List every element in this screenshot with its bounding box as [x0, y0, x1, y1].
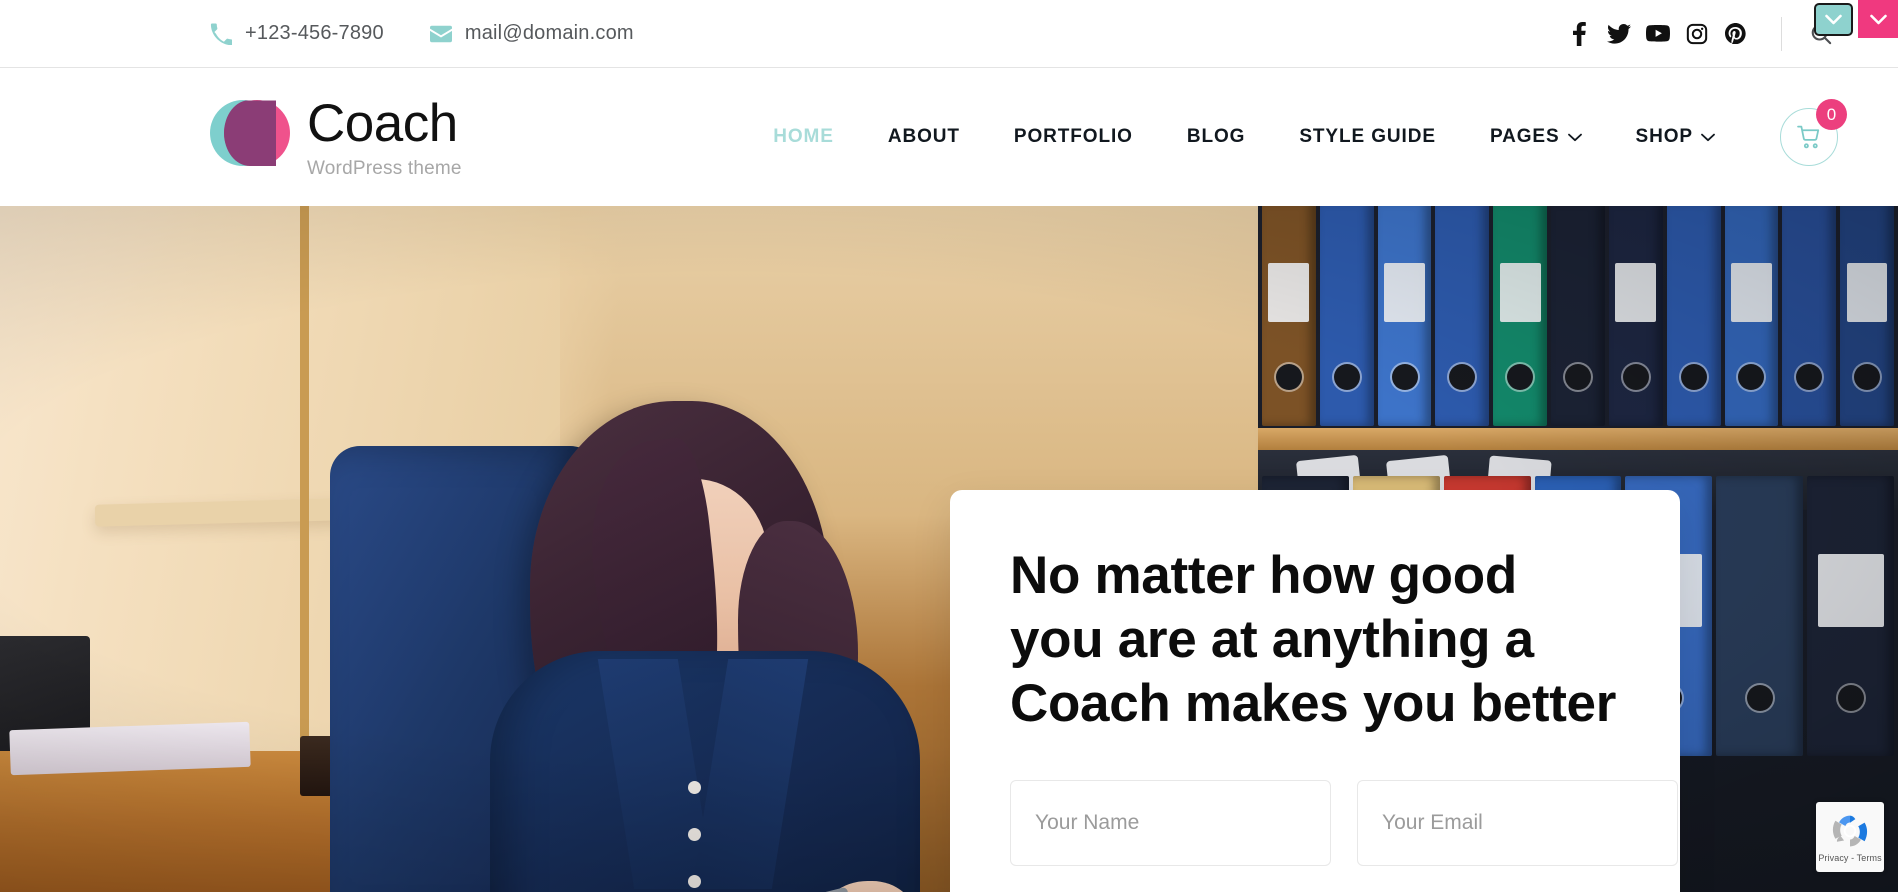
binder: [1319, 206, 1374, 426]
nav-item-blog[interactable]: BLOG: [1160, 126, 1273, 148]
email-link[interactable]: mail@domain.com: [429, 22, 634, 45]
binder-row-top: [1258, 206, 1898, 426]
topbar-right-group: [1560, 14, 1838, 54]
nav-label: BLOG: [1186, 126, 1246, 147]
hero-title: No matter how good you are at anything a…: [1010, 546, 1617, 734]
brand-tagline: WordPress theme: [307, 157, 462, 179]
main-navigation: HOME ABOUT PORTFOLIO BLOG STYLE GUIDE PA…: [746, 99, 1847, 166]
binder: [1716, 476, 1804, 756]
chevron-down-icon: [1567, 133, 1582, 142]
corner-controls: [1814, 0, 1898, 38]
instagram-icon[interactable]: [1677, 14, 1716, 54]
nav-item-portfolio[interactable]: PORTFOLIO: [987, 126, 1160, 148]
binder: [1666, 206, 1721, 426]
nav-label: SHOP: [1635, 126, 1693, 147]
phone-text: +123-456-7890: [245, 22, 384, 44]
binder: [1377, 206, 1432, 426]
facebook-icon[interactable]: [1560, 14, 1599, 54]
binder: [1807, 476, 1895, 756]
binder: [1551, 206, 1605, 426]
binder: [1493, 206, 1548, 426]
nav-item-style-guide[interactable]: STYLE GUIDE: [1272, 126, 1463, 148]
pinterest-icon[interactable]: [1716, 14, 1755, 54]
hero-section: No matter how good you are at anything a…: [0, 206, 1898, 892]
name-input[interactable]: [1010, 780, 1331, 867]
binder: [1262, 206, 1316, 426]
nav-item-pages[interactable]: PAGES: [1463, 126, 1609, 148]
youtube-icon[interactable]: [1638, 14, 1677, 54]
page-root: +123-456-7890 mail@domain.com Coach Word…: [0, 0, 1898, 892]
brand-text: Coach WordPress theme: [307, 96, 462, 178]
cart-button[interactable]: 0: [1780, 99, 1847, 166]
cart-count-badge: 0: [1816, 99, 1847, 130]
nav-label: PAGES: [1489, 126, 1560, 147]
topbar-divider: [1781, 16, 1782, 51]
person-photo: [420, 401, 980, 892]
shelf-board: [1258, 428, 1898, 450]
binder: [1724, 206, 1779, 426]
chevron-down-icon-pink[interactable]: [1858, 0, 1898, 38]
office-papers-stack: [9, 721, 251, 776]
binder: [1782, 206, 1837, 426]
chevron-down-icon-teal[interactable]: [1814, 3, 1853, 36]
hero-form-fields: [1010, 780, 1678, 867]
nav-label: STYLE GUIDE: [1299, 126, 1436, 147]
main-header: Coach WordPress theme HOME ABOUT PORTFOL…: [0, 68, 1898, 206]
binder: [1840, 206, 1894, 426]
brand-name: Coach: [307, 94, 458, 154]
recaptcha-text: Privacy - Terms: [1818, 852, 1882, 863]
binder: [1608, 206, 1663, 426]
nav-item-shop[interactable]: SHOP: [1609, 126, 1742, 148]
nav-label: ABOUT: [887, 126, 960, 147]
top-bar: +123-456-7890 mail@domain.com: [0, 0, 1898, 68]
nav-item-home[interactable]: HOME: [746, 126, 861, 148]
envelope-icon: [429, 23, 452, 45]
recaptcha-badge[interactable]: Privacy - Terms: [1816, 802, 1884, 872]
phone-link[interactable]: +123-456-7890: [210, 22, 384, 45]
chevron-down-icon: [1701, 133, 1715, 142]
twitter-icon[interactable]: [1599, 14, 1638, 54]
nav-item-about[interactable]: ABOUT: [861, 126, 987, 148]
email-input[interactable]: [1357, 780, 1678, 867]
site-logo-link[interactable]: Coach WordPress theme: [210, 96, 462, 178]
phone-icon: [210, 23, 232, 45]
recaptcha-icon: [1832, 815, 1868, 846]
binder: [1435, 206, 1490, 426]
social-links: [1560, 14, 1755, 54]
logo-icon: [210, 100, 290, 173]
hero-subscribe-card: No matter how good you are at anything a…: [950, 490, 1680, 892]
topbar-contact-group: +123-456-7890 mail@domain.com: [210, 22, 634, 45]
nav-label: PORTFOLIO: [1013, 126, 1133, 147]
nav-label: HOME: [773, 126, 834, 147]
email-text: mail@domain.com: [464, 22, 634, 44]
